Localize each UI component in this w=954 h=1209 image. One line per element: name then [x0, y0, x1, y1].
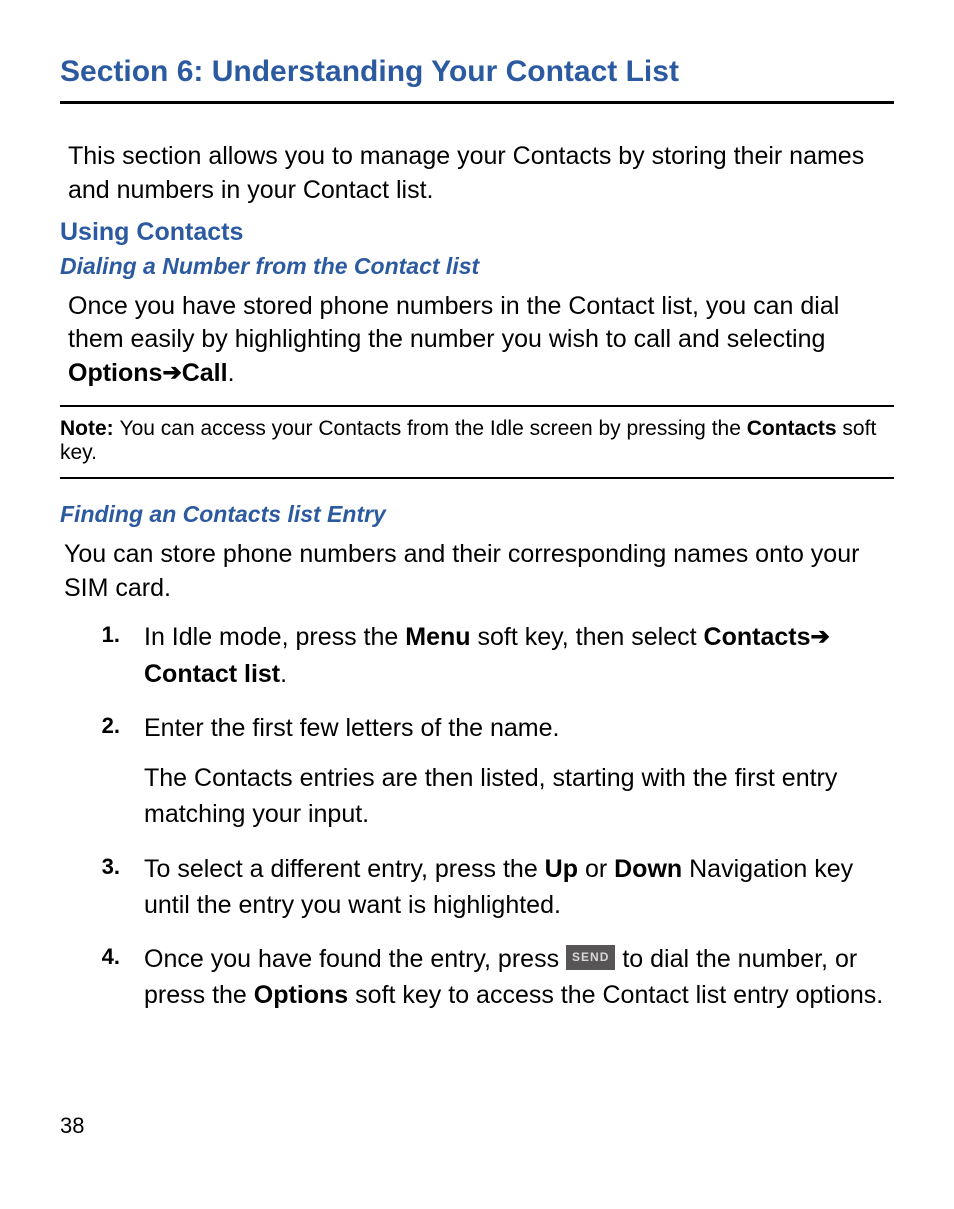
menu-label: Menu — [405, 623, 470, 651]
step-3: 3. To select a different entry, press th… — [60, 851, 894, 924]
text: In Idle mode, press the — [144, 623, 405, 651]
options-label: Options — [254, 981, 348, 1009]
down-label: Down — [614, 855, 682, 883]
note-label: Note: — [60, 417, 120, 440]
note-text: Note: You can access your Contacts from … — [60, 417, 894, 465]
note-block: Note: You can access your Contacts from … — [60, 405, 894, 479]
step-4: 4. Once you have found the entry, press … — [60, 941, 894, 1014]
text: You can access your Contacts from the Id… — [120, 417, 747, 440]
step-body: Enter the first few letters of the name.… — [144, 710, 894, 833]
text: To select a different entry, press the — [144, 855, 545, 883]
section-intro: This section allows you to manage your C… — [60, 140, 894, 208]
contacts-label: Contacts — [747, 417, 837, 440]
text: soft key to access the Contact list entr… — [348, 981, 883, 1009]
contact-list-label: Contact list — [144, 660, 280, 688]
step-number: 1. — [60, 619, 144, 651]
step-number: 2. — [60, 710, 144, 742]
call-label: Call — [182, 359, 228, 387]
send-key-icon: SEND — [566, 945, 615, 969]
finding-paragraph: You can store phone numbers and their co… — [60, 538, 894, 606]
contacts-label: Contacts — [704, 623, 811, 651]
section-title: Section 6: Understanding Your Contact Li… — [60, 55, 894, 89]
step-number: 3. — [60, 851, 144, 883]
text: . — [228, 359, 235, 387]
text: Once you have found the entry, press — [144, 945, 566, 973]
arrow-icon: ➔ — [162, 357, 181, 388]
text: The Contacts entries are then listed, st… — [144, 760, 894, 833]
dialing-paragraph: Once you have stored phone numbers in th… — [60, 290, 894, 391]
title-rule — [60, 101, 894, 104]
up-label: Up — [545, 855, 578, 883]
text: soft key, then select — [471, 623, 704, 651]
text: Enter the first few letters of the name. — [144, 710, 894, 746]
text: or — [578, 855, 614, 883]
page: Section 6: Understanding Your Contact Li… — [0, 0, 954, 1209]
options-label: Options — [68, 359, 162, 387]
step-2: 2. Enter the first few letters of the na… — [60, 710, 894, 833]
step-body: Once you have found the entry, press SEN… — [144, 941, 894, 1014]
text: Once you have stored phone numbers in th… — [68, 292, 839, 354]
page-number: 38 — [60, 1113, 84, 1139]
steps-list: 1. In Idle mode, press the Menu soft key… — [60, 619, 894, 1013]
step-1: 1. In Idle mode, press the Menu soft key… — [60, 619, 894, 692]
text: . — [280, 660, 287, 688]
heading-dialing: Dialing a Number from the Contact list — [60, 253, 894, 280]
heading-finding: Finding an Contacts list Entry — [60, 501, 894, 528]
step-body: In Idle mode, press the Menu soft key, t… — [144, 619, 894, 692]
heading-using-contacts: Using Contacts — [60, 218, 894, 247]
step-number: 4. — [60, 941, 144, 973]
arrow-icon: ➔ — [811, 620, 830, 653]
step-body: To select a different entry, press the U… — [144, 851, 894, 924]
